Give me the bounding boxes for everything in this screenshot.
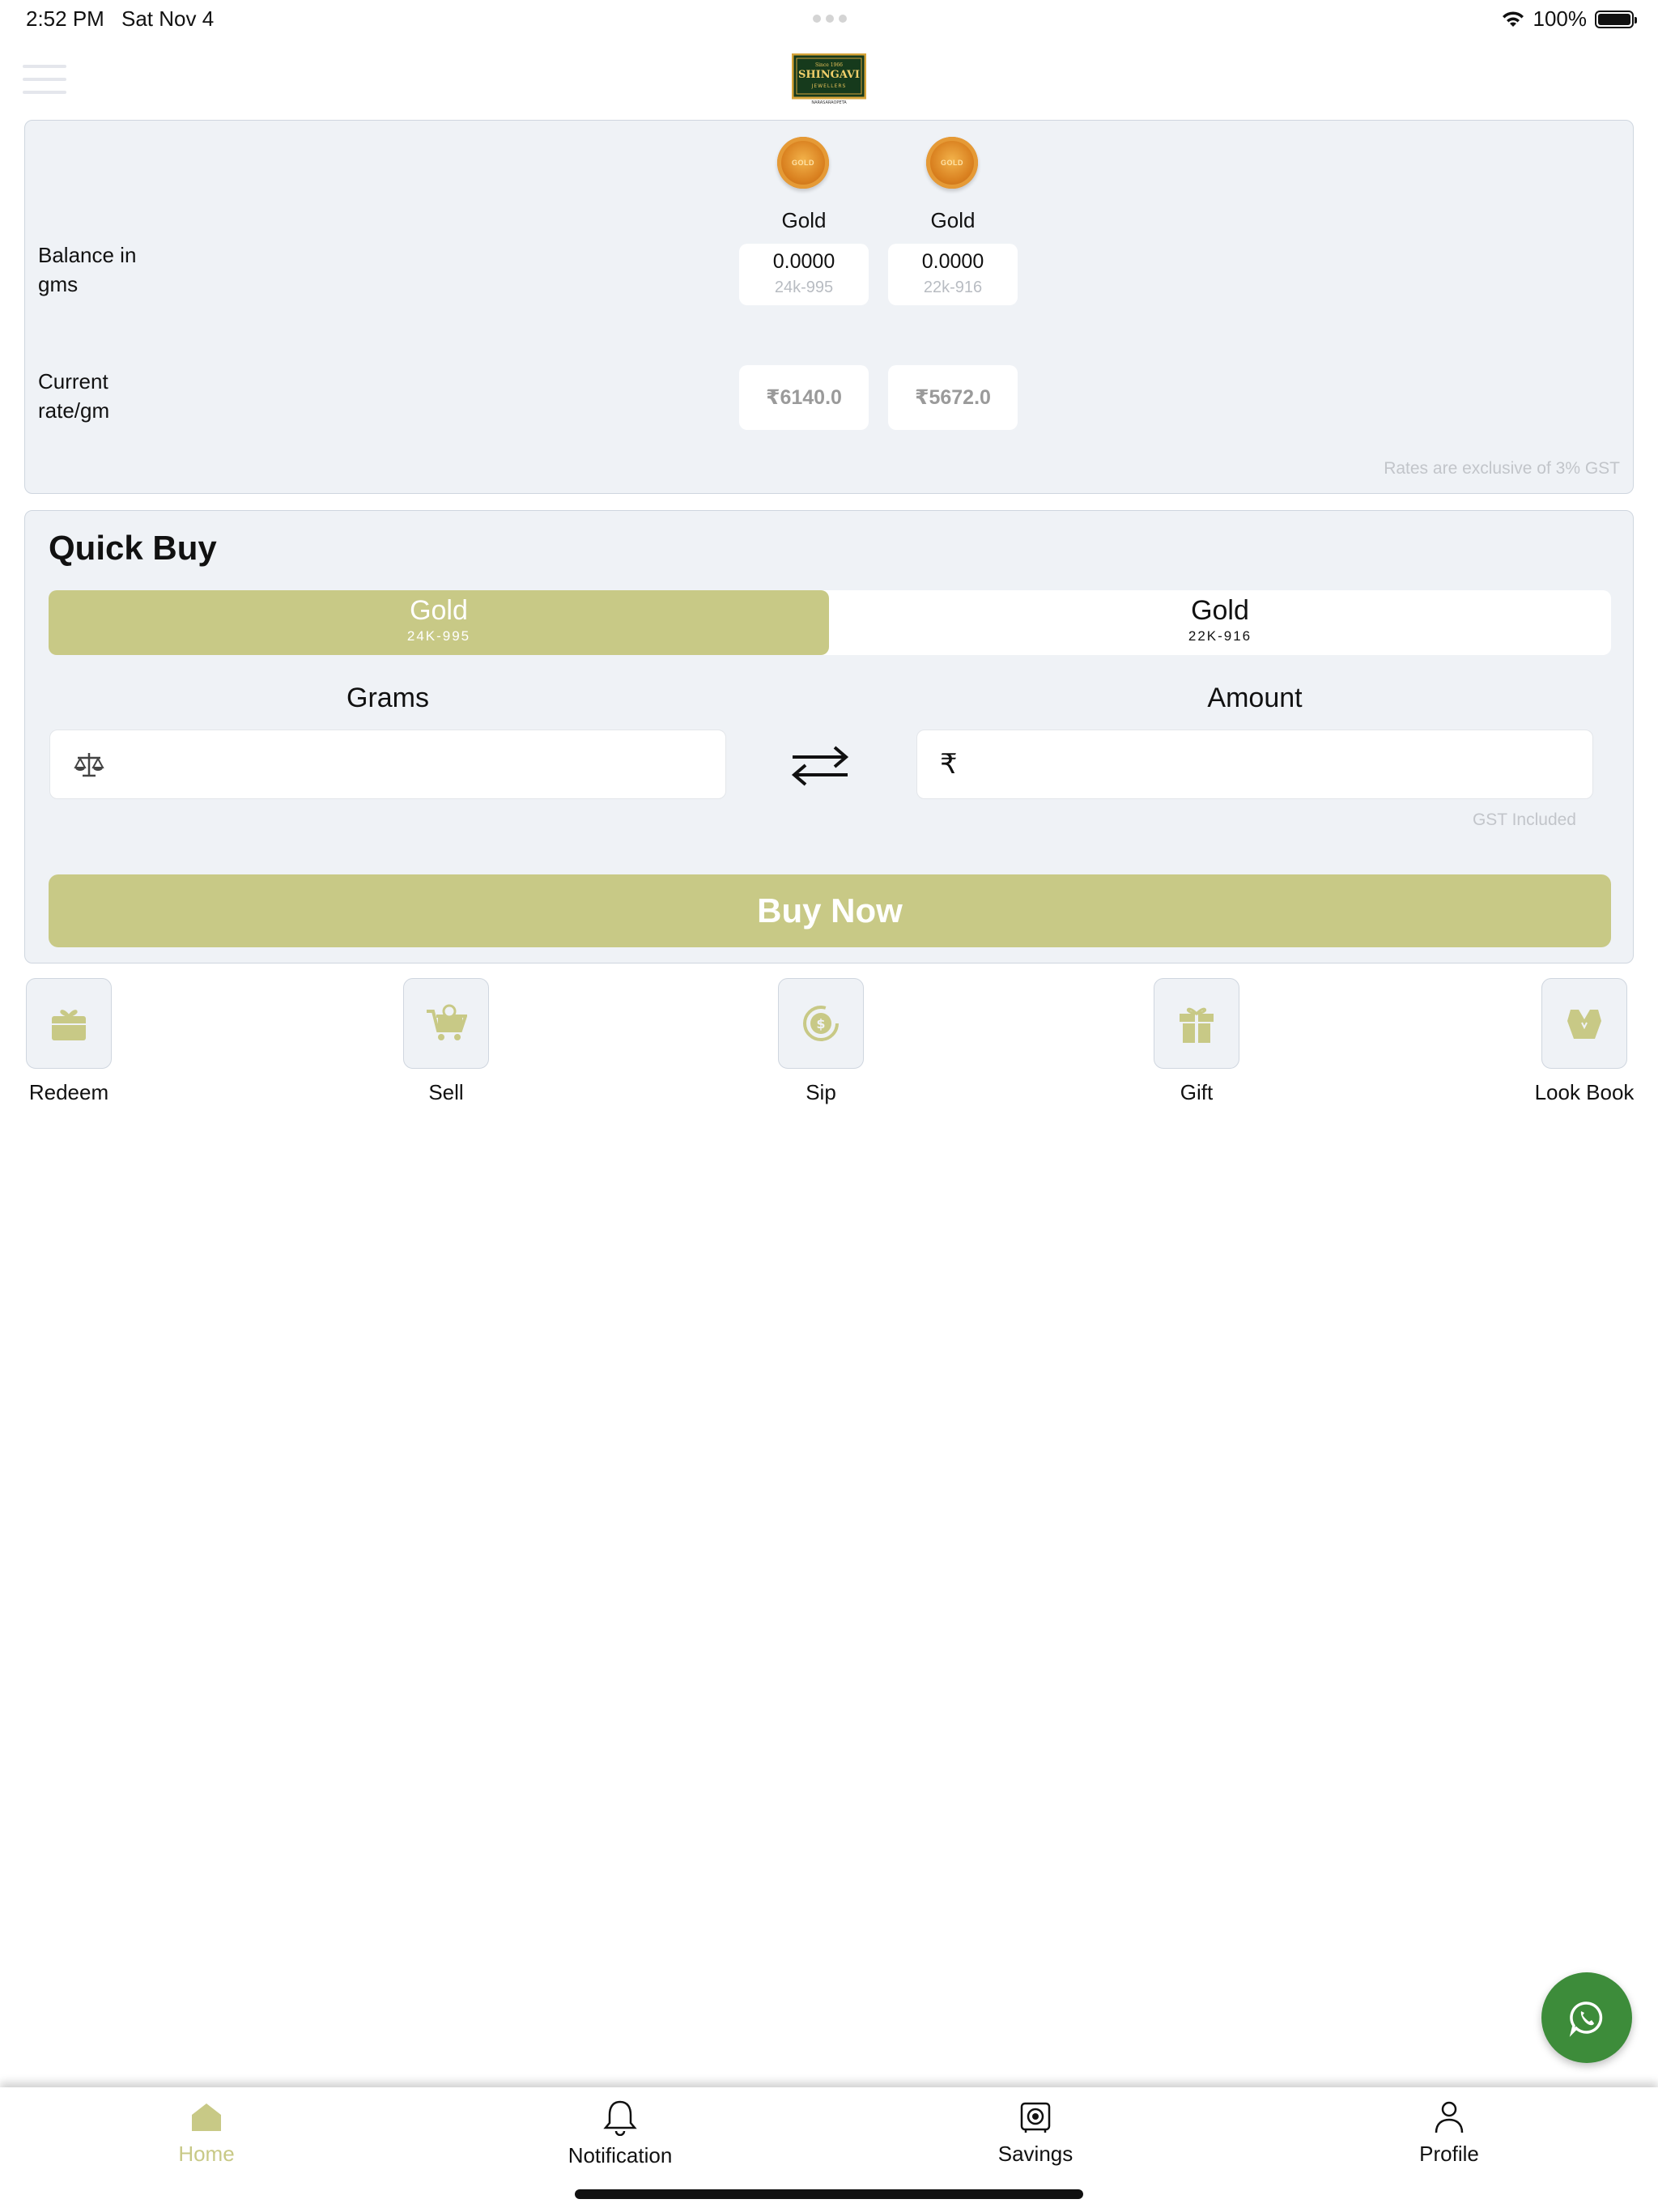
action-sell[interactable]: Sell xyxy=(365,978,527,1105)
brand-logo: Since 1966 SHINGAVI JEWELLERS NARASARAOP… xyxy=(792,53,866,105)
balance-22k-value: 0.0000 xyxy=(921,250,984,273)
savings-icon xyxy=(1020,2102,1051,2133)
metal-name-24k: Gold xyxy=(781,208,827,232)
grams-input[interactable] xyxy=(115,730,714,798)
status-date: Sat Nov 4 xyxy=(121,6,215,31)
balance-22k-purity: 22k-916 xyxy=(923,279,983,296)
action-label: Gift xyxy=(1180,1080,1214,1104)
svg-text:Since 1966: Since 1966 xyxy=(815,62,843,68)
status-indicators: 100% xyxy=(1501,6,1637,32)
balance-24k-purity: 24k-995 xyxy=(774,279,834,296)
redeem-icon xyxy=(52,1010,86,1040)
action-redeem[interactable]: Redeem xyxy=(0,978,150,1105)
home-icon xyxy=(192,2104,221,2131)
gold-coin-icon: GOLD xyxy=(777,137,829,189)
svg-text:$: $ xyxy=(816,1016,825,1032)
rate-24k-value: ₹6140.0 xyxy=(739,365,869,430)
svg-text:SHINGAVI: SHINGAVI xyxy=(798,69,860,81)
rates-gst-note: Rates are exclusive of 3% GST xyxy=(1384,459,1620,478)
action-look-book[interactable]: Look Book xyxy=(1503,978,1658,1105)
balance-24k-box: 0.0000 24k-995 xyxy=(739,244,869,305)
quick-buy-title: Quick Buy xyxy=(49,529,217,567)
rupee-icon: ₹ xyxy=(940,749,958,780)
nav-item-notification[interactable]: Notification xyxy=(531,2099,709,2168)
rate-22k-value: ₹5672.0 xyxy=(888,365,1018,430)
gold-coin-icon: GOLD xyxy=(926,137,978,189)
amount-field[interactable]: ₹ xyxy=(916,730,1593,799)
action-label: Look Book xyxy=(1534,1080,1635,1104)
tab-gold-22k[interactable]: Gold 22K-916 xyxy=(829,590,1611,655)
balance-24k-value: 0.0000 xyxy=(772,250,835,273)
amount-label: Amount xyxy=(1207,683,1303,713)
tab-gold-24k[interactable]: Gold 24K-995 xyxy=(49,590,829,655)
nav-item-profile[interactable]: Profile xyxy=(1360,2099,1538,2167)
sip-coin-icon: $ xyxy=(803,1006,839,1041)
buy-now-button[interactable]: Buy Now xyxy=(49,874,1611,947)
action-label: Sip xyxy=(806,1080,836,1104)
hamburger-menu-icon[interactable] xyxy=(23,65,66,94)
multitask-dots-icon[interactable] xyxy=(813,15,847,23)
rate-label: Current rate/gm xyxy=(38,369,110,423)
whatsapp-icon xyxy=(1569,2001,1603,2037)
balance-label: Balance in gms xyxy=(38,243,137,296)
battery-icon xyxy=(1595,10,1637,28)
grams-label: Grams xyxy=(346,683,429,713)
gift-icon xyxy=(1180,1007,1214,1043)
svg-text:JEWELLERS: JEWELLERS xyxy=(811,83,847,89)
lookbook-icon xyxy=(1567,1010,1601,1039)
bell-icon xyxy=(603,2100,637,2137)
status-bar: 2:52 PM Sat Nov 4 100% xyxy=(0,0,1658,37)
balance-card: GOLD GOLD Gold Gold Balance in gms 0.000… xyxy=(24,120,1634,494)
action-label: Redeem xyxy=(28,1080,109,1104)
balance-22k-box: 0.0000 22k-916 xyxy=(888,244,1018,305)
bottom-nav: Home Notification Savings Profile xyxy=(0,2087,1658,2181)
grams-field[interactable] xyxy=(49,730,726,799)
metal-name-22k: Gold xyxy=(930,208,976,232)
purity-selector: Gold 24K-995 Gold 22K-916 xyxy=(49,590,1611,655)
action-label: Sell xyxy=(428,1080,464,1104)
wifi-icon xyxy=(1502,11,1524,27)
nav-item-savings[interactable]: Savings xyxy=(946,2099,1124,2167)
svg-text:NARASARAOPETA: NARASARAOPETA xyxy=(811,100,847,105)
whatsapp-button[interactable] xyxy=(1541,1972,1632,2063)
gst-included-note: GST Included xyxy=(1472,810,1576,829)
amount-input[interactable] xyxy=(982,730,1581,798)
status-time: 2:52 PM xyxy=(26,6,104,31)
battery-percent: 100% xyxy=(1533,6,1588,31)
profile-icon xyxy=(1435,2101,1464,2133)
nav-item-home[interactable]: Home xyxy=(117,2099,295,2167)
quick-buy-card: Quick Buy Gold 24K-995 Gold 22K-916 Gram… xyxy=(24,510,1634,963)
sell-cart-icon xyxy=(427,1004,467,1040)
scale-icon xyxy=(74,753,104,777)
home-indicator[interactable] xyxy=(575,2189,1083,2199)
swap-icon[interactable] xyxy=(788,739,852,791)
action-sip[interactable]: $ Sip xyxy=(740,978,902,1105)
action-gift[interactable]: Gift xyxy=(1116,978,1278,1105)
